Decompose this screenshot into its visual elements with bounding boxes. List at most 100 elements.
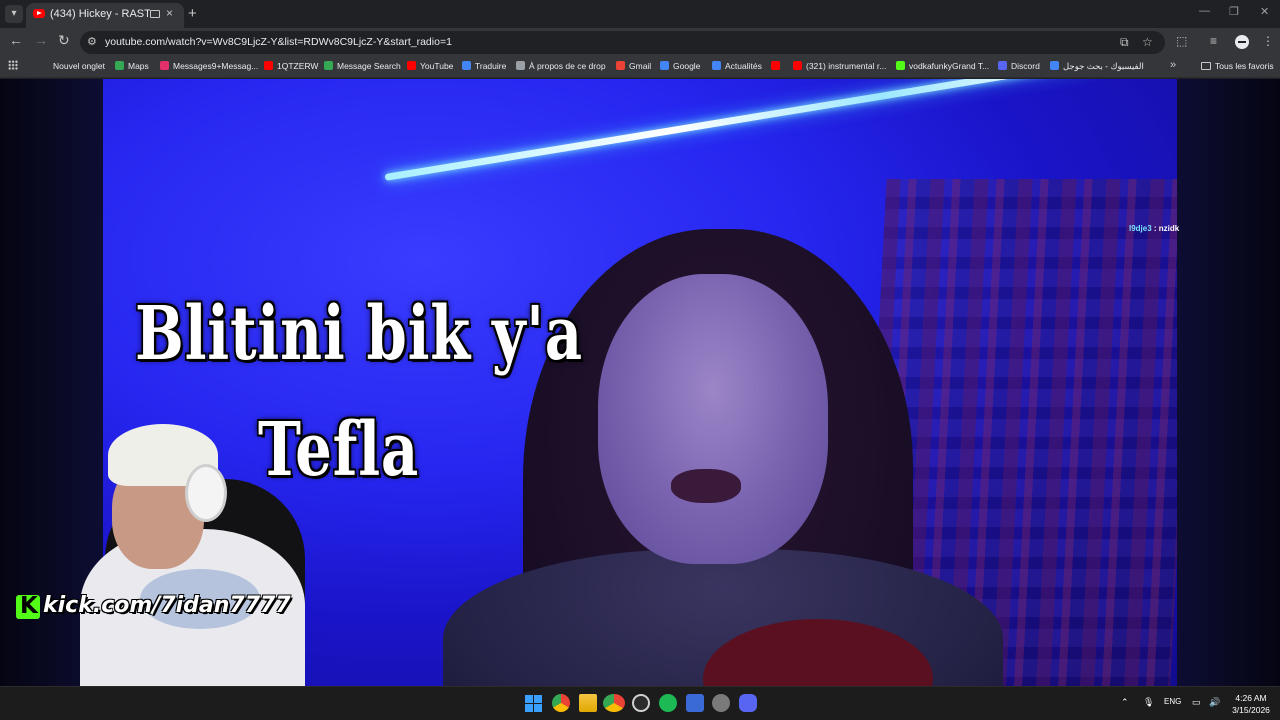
close-button[interactable]: ✕ xyxy=(1260,5,1269,18)
bookmark-star-icon[interactable]: ☆ xyxy=(1142,35,1153,49)
new-tab-button[interactable]: + xyxy=(188,5,197,22)
system-clock[interactable]: 4:26 AM 3/15/2026 xyxy=(1228,692,1274,716)
bookmark-item[interactable]: Actualités xyxy=(712,61,762,71)
bookmark-label: Nouvel onglet xyxy=(53,61,105,71)
bookmark-item[interactable]: Nouvel onglet xyxy=(53,61,105,71)
singer-mouth xyxy=(671,469,741,503)
bookmark-item[interactable]: Gmail xyxy=(616,61,651,71)
forward-icon[interactable]: → xyxy=(34,32,48,48)
bookmark-label: Traduire xyxy=(475,61,507,71)
profile-avatar-icon[interactable] xyxy=(1235,35,1249,49)
streamer-webcam xyxy=(70,419,310,686)
bookmark-item[interactable]: Message Search xyxy=(324,61,401,71)
security-icon[interactable] xyxy=(686,694,704,712)
chat-message: l9dje3 : nzidk xyxy=(1129,224,1179,233)
bookmark-item[interactable]: Maps xyxy=(115,61,149,71)
bookmark-favicon-icon xyxy=(793,61,802,70)
apps-grid-icon[interactable] xyxy=(8,60,18,70)
bookmark-favicon-icon xyxy=(1050,61,1059,70)
headphones xyxy=(185,464,227,522)
page-content: Blitini bik y'a Tefla l9dje3 : nzidk kic… xyxy=(0,79,1280,686)
bookmark-item[interactable]: الفيسبوك - بحث جوجل xyxy=(1050,61,1144,72)
bookmark-favicon-icon xyxy=(712,61,721,70)
all-favorites-folder[interactable]: Tous les favoris xyxy=(1201,61,1274,71)
bookmark-label: Messages9+Messag... xyxy=(173,61,259,71)
bookmark-favicon-icon xyxy=(115,61,124,70)
restore-button[interactable]: ❐ xyxy=(1229,5,1239,18)
language-indicator[interactable]: ENG xyxy=(1164,697,1181,706)
bookmark-favicon-icon xyxy=(264,61,273,70)
bookmark-item[interactable] xyxy=(771,61,784,71)
tray-overflow-chevron-icon[interactable]: ⌃ xyxy=(1121,697,1129,708)
menu-kebab-icon[interactable]: ⋮ xyxy=(1262,34,1274,48)
tab-title: (434) Hickey - RASTE guita xyxy=(50,8,150,20)
bookmark-item[interactable]: Discord xyxy=(998,61,1040,71)
chrome-icon[interactable] xyxy=(552,694,570,712)
bookmark-item[interactable]: vodkafunkyGrand T... xyxy=(896,61,989,71)
clock-date: 3/15/2026 xyxy=(1232,705,1270,715)
folder-icon xyxy=(1201,62,1211,70)
bookmarks-bar: Nouvel onglet Maps Messages9+Messag... 1QTZ… xyxy=(0,56,1280,78)
bookmark-label: Gmail xyxy=(629,61,652,71)
bookmark-label: Discord xyxy=(1011,61,1040,71)
url-text[interactable]: youtube.com/watch?v=Wv8C9LjcZ-Y&list=RDW… xyxy=(105,36,452,48)
more-bookmarks-chevron-icon[interactable]: » xyxy=(1170,59,1176,71)
bookmark-label: À propos de ce drop xyxy=(529,61,606,71)
bookmark-favicon-icon xyxy=(516,61,525,70)
address-bar[interactable]: ⚙ youtube.com/watch?v=Wv8C9LjcZ-Y&list=R… xyxy=(80,31,1165,54)
bookmark-label: Maps xyxy=(128,61,149,71)
youtube-icon xyxy=(33,9,45,18)
bookmark-favicon-icon xyxy=(616,61,625,70)
tab-search-chevron-icon[interactable]: ▾ xyxy=(5,5,23,23)
bookmark-item[interactable]: Google xyxy=(660,61,700,71)
bookmark-favicon-icon xyxy=(896,61,905,70)
bookmark-favicon-icon xyxy=(771,61,780,70)
chat-separator: : xyxy=(1151,224,1159,233)
extensions-icon[interactable]: ⬚ xyxy=(1176,34,1187,48)
browser-toolbar: ← → ↻ ⚙ youtube.com/watch?v=Wv8C9LjcZ-Y&… xyxy=(0,28,1280,56)
obs-icon[interactable] xyxy=(632,694,650,712)
chat-text: nzidk xyxy=(1158,224,1180,233)
install-app-icon[interactable]: ⧉ xyxy=(1120,35,1129,50)
back-icon[interactable]: ← xyxy=(9,32,23,48)
bookmark-favicon-icon xyxy=(324,61,333,70)
bookmark-item[interactable]: YouTube xyxy=(407,61,453,71)
reload-icon[interactable]: ↻ xyxy=(58,32,70,49)
bookmark-item[interactable]: (321) instrumental r... xyxy=(793,61,886,71)
video-letterbox-right xyxy=(1177,79,1280,686)
all-favorites-label: Tous les favoris xyxy=(1215,61,1274,71)
singer-face xyxy=(598,274,828,564)
bookmark-favicon-icon xyxy=(462,61,471,70)
windows-start-icon[interactable] xyxy=(525,695,542,712)
bookmark-favicon-icon xyxy=(998,61,1007,70)
file-explorer-icon[interactable] xyxy=(579,694,597,712)
bookmark-label: (321) instrumental r... xyxy=(806,61,887,71)
bookmark-label: Message Search xyxy=(337,61,401,71)
bookmark-item[interactable]: À propos de ce drop xyxy=(516,61,606,71)
microphone-icon[interactable]: 🎙 xyxy=(1143,697,1154,708)
bookmark-label: Google xyxy=(673,61,701,71)
tab-close-icon[interactable]: × xyxy=(166,6,173,20)
media-controls-icon[interactable]: ≡ xyxy=(1210,34,1217,48)
volume-icon[interactable]: 🔊 xyxy=(1209,697,1220,708)
bookmark-label: الفيسبوك - بحث جوجل xyxy=(1063,61,1144,71)
minimize-button[interactable]: — xyxy=(1199,5,1210,17)
network-icon[interactable]: ▭ xyxy=(1192,697,1201,708)
clock-time: 4:26 AM xyxy=(1235,693,1267,703)
settings-gear-icon[interactable] xyxy=(712,694,730,712)
kick-url-text: kick.com/7idan7777 xyxy=(43,593,291,618)
discord-icon[interactable] xyxy=(739,694,757,712)
bookmark-label: YouTube xyxy=(420,61,454,71)
lyric-line-1: Blitini bik y'a xyxy=(135,291,583,377)
chat-username: l9dje3 xyxy=(1129,224,1152,233)
bookmark-label: 1QTZERW xyxy=(277,61,319,71)
bookmark-favicon-icon xyxy=(407,61,416,70)
spotify-icon[interactable] xyxy=(659,694,677,712)
site-info-icon[interactable]: ⚙ xyxy=(87,35,97,48)
chrome-active-icon[interactable] xyxy=(603,694,625,712)
cast-icon xyxy=(150,10,160,18)
bookmark-item[interactable]: 1QTZERW xyxy=(264,61,318,71)
bookmark-item[interactable]: Messages9+Messag... xyxy=(160,61,258,71)
tab-youtube[interactable]: (434) Hickey - RASTE guita × xyxy=(26,3,184,28)
bookmark-item[interactable]: Traduire xyxy=(462,61,506,71)
